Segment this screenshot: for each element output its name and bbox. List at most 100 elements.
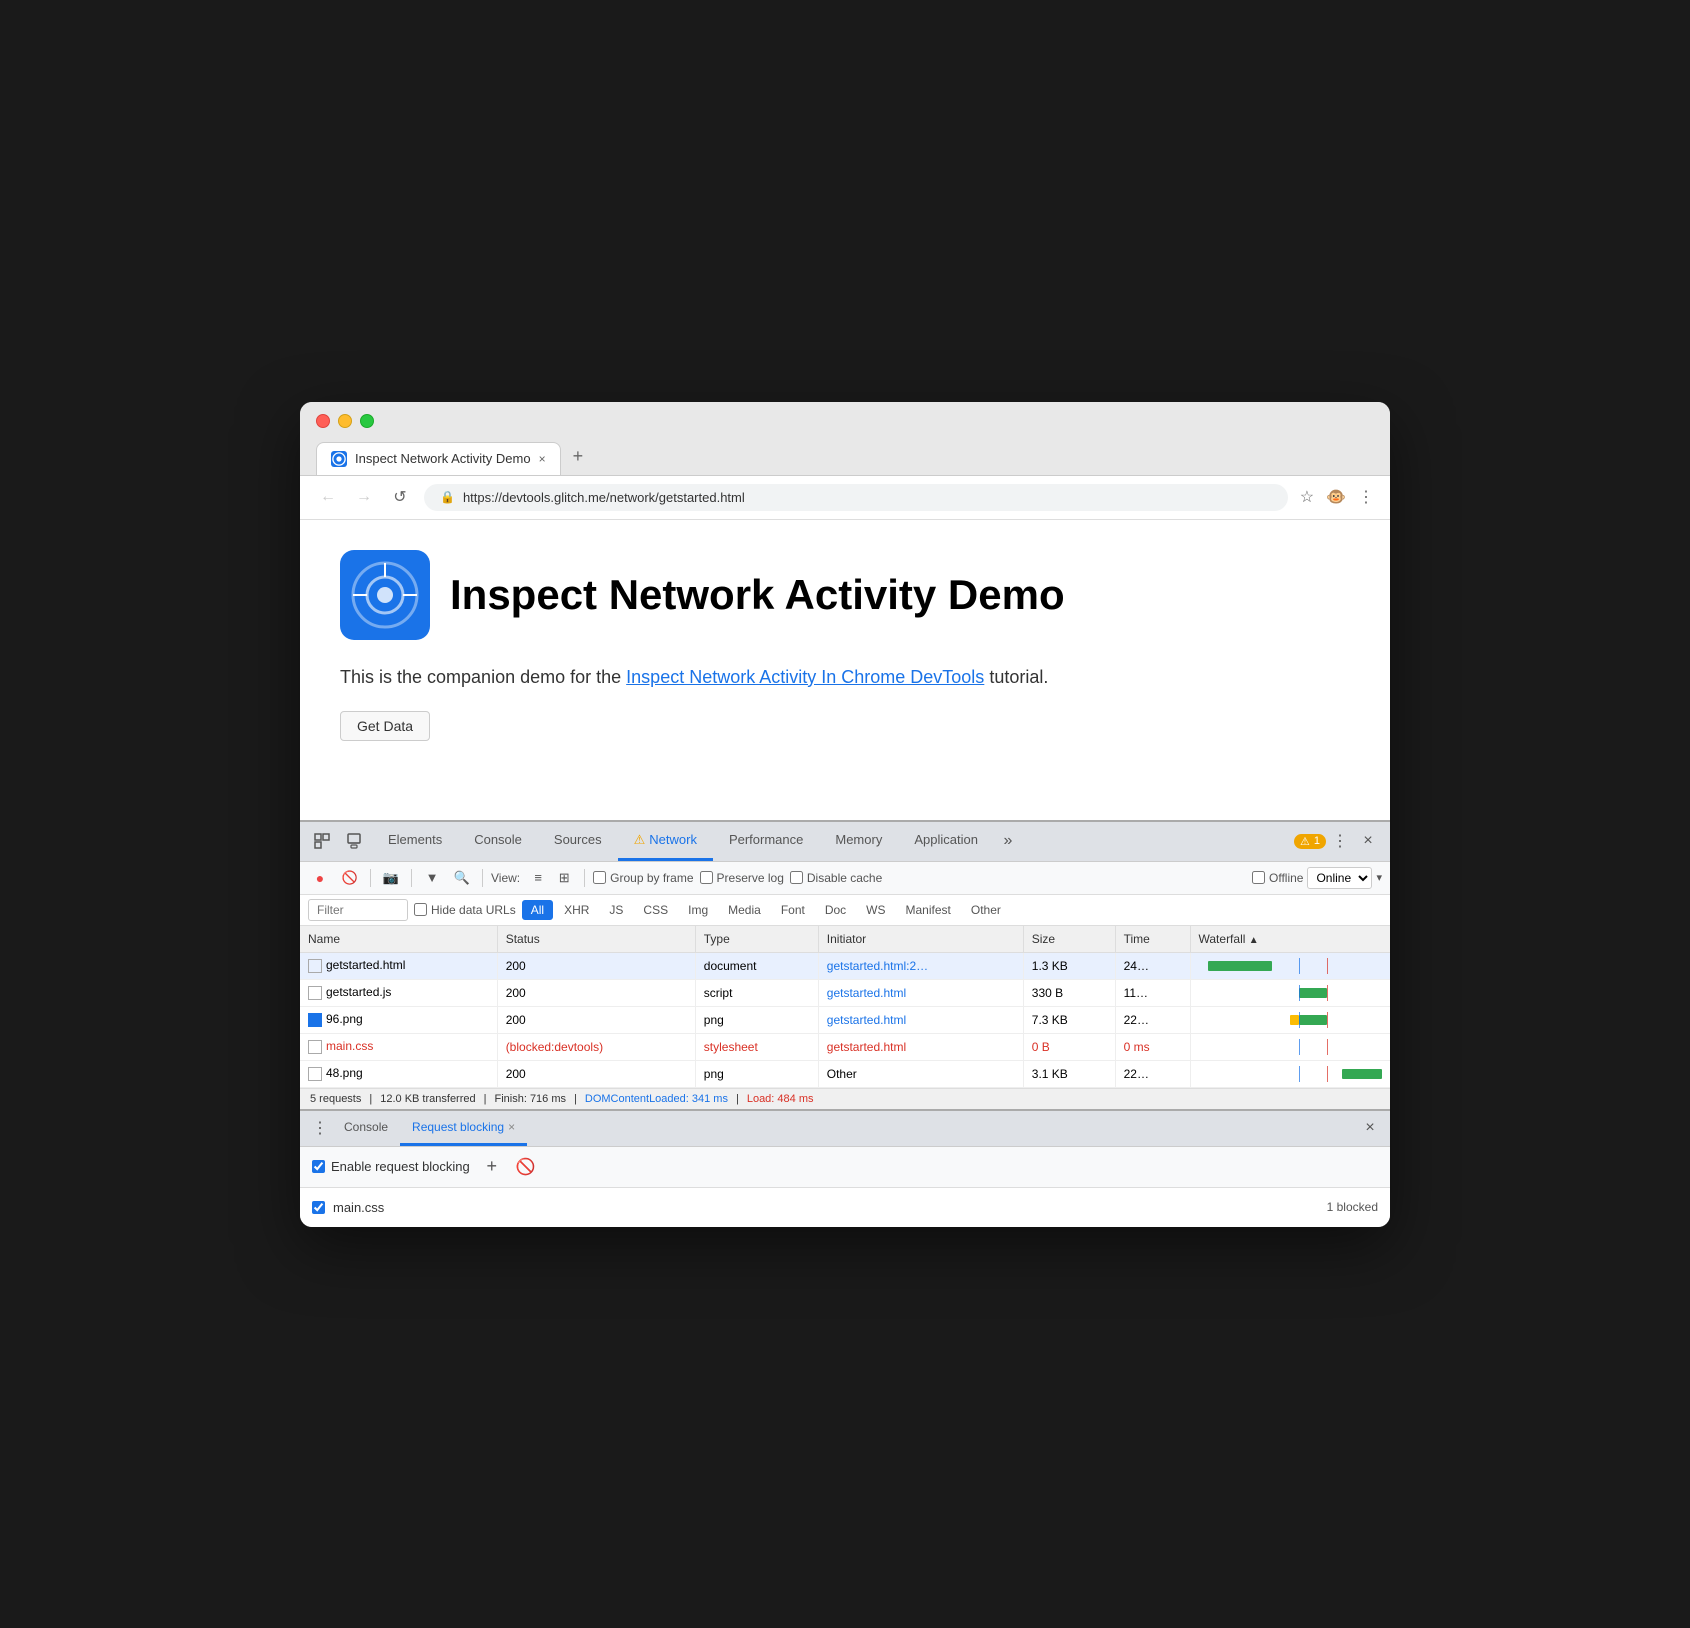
hide-data-urls-checkbox[interactable]: [414, 903, 427, 916]
block-url-button[interactable]: 🚫: [514, 1155, 538, 1179]
row-status-blocked: (blocked:devtools): [497, 1033, 695, 1060]
description-suffix: tutorial.: [989, 667, 1048, 687]
bookmark-icon[interactable]: ☆: [1300, 487, 1314, 507]
table-row[interactable]: getstarted.js 200 script getstarted.html…: [300, 979, 1390, 1006]
row-waterfall: [1190, 1033, 1390, 1060]
request-blocking-tab-close[interactable]: ×: [508, 1120, 515, 1134]
search-button[interactable]: 🔍: [450, 866, 474, 890]
tab-sources[interactable]: Sources: [538, 821, 618, 861]
tab-console-bottom[interactable]: Console: [332, 1110, 400, 1146]
filter-js-button[interactable]: JS: [600, 900, 632, 920]
filter-css-button[interactable]: CSS: [634, 900, 677, 920]
tab-memory[interactable]: Memory: [819, 821, 898, 861]
filter-other-button[interactable]: Other: [962, 900, 1010, 920]
maximize-window-button[interactable]: [360, 414, 374, 428]
back-button[interactable]: ←: [316, 488, 340, 506]
disable-cache-checkbox[interactable]: [790, 871, 803, 884]
filter-media-button[interactable]: Media: [719, 900, 770, 920]
blocked-item-name: main.css: [333, 1200, 1319, 1215]
close-window-button[interactable]: [316, 414, 330, 428]
tab-console[interactable]: Console: [458, 821, 538, 861]
filter-all-button[interactable]: All: [522, 900, 553, 920]
menu-icon[interactable]: ⋮: [1358, 487, 1374, 507]
filter-manifest-button[interactable]: Manifest: [897, 900, 960, 920]
security-lock-icon: 🔒: [440, 490, 455, 504]
record-button[interactable]: ●: [308, 866, 332, 890]
initiator-link-blocked[interactable]: getstarted.html: [827, 1040, 906, 1054]
table-row[interactable]: 96.png 200 png getstarted.html 7.3 KB 22…: [300, 1006, 1390, 1033]
col-status[interactable]: Status: [497, 926, 695, 953]
add-blocking-rule-button[interactable]: +: [480, 1155, 504, 1179]
sort-arrow-icon: ▲: [1249, 935, 1259, 946]
profile-icon[interactable]: 🐵: [1326, 487, 1346, 507]
devtools-close-button[interactable]: ×: [1354, 827, 1382, 855]
device-toolbar-button[interactable]: [340, 827, 368, 855]
tab-request-blocking[interactable]: Request blocking ×: [400, 1110, 527, 1146]
new-tab-button[interactable]: +: [561, 438, 596, 475]
enable-request-blocking-checkbox[interactable]: [312, 1160, 325, 1173]
devtools-more-button[interactable]: ⋮: [1326, 827, 1354, 855]
row-initiator: Other: [818, 1060, 1023, 1087]
tab-network[interactable]: ⚠ Network: [618, 821, 713, 861]
col-waterfall[interactable]: Waterfall ▲: [1190, 926, 1390, 953]
minimize-window-button[interactable]: [338, 414, 352, 428]
blocked-item-checkbox[interactable]: [312, 1201, 325, 1214]
col-size[interactable]: Size: [1023, 926, 1115, 953]
requests-count: 5 requests: [310, 1093, 361, 1105]
initiator-link[interactable]: getstarted.html: [827, 986, 906, 1000]
col-initiator[interactable]: Initiator: [818, 926, 1023, 953]
filter-xhr-button[interactable]: XHR: [555, 900, 598, 920]
row-waterfall: [1190, 1060, 1390, 1087]
row-type: stylesheet: [695, 1033, 818, 1060]
preserve-log-checkbox[interactable]: [700, 871, 713, 884]
badge-warning-icon: ⚠: [1300, 835, 1310, 848]
tree-view-button[interactable]: ⊞: [552, 866, 576, 890]
inspect-element-button[interactable]: [308, 827, 336, 855]
address-actions: ☆ 🐵 ⋮: [1300, 487, 1374, 507]
table-row[interactable]: 48.png 200 png Other 3.1 KB 22…: [300, 1060, 1390, 1087]
table-row[interactable]: getstarted.html 200 document getstarted.…: [300, 952, 1390, 979]
tab-application[interactable]: Application: [898, 821, 994, 861]
tab-performance[interactable]: Performance: [713, 821, 819, 861]
warnings-badge: ⚠ 1: [1294, 834, 1326, 849]
request-blocking-toolbar: Enable request blocking + 🚫: [300, 1147, 1390, 1188]
offline-checkbox[interactable]: [1252, 871, 1265, 884]
devtools-tutorial-link[interactable]: Inspect Network Activity In Chrome DevTo…: [626, 667, 984, 687]
col-name[interactable]: Name: [300, 926, 497, 953]
group-by-frame-checkbox[interactable]: [593, 871, 606, 884]
address-input[interactable]: 🔒 https://devtools.glitch.me/network/get…: [424, 484, 1288, 511]
filter-doc-button[interactable]: Doc: [816, 900, 855, 920]
bottom-panel-more-button[interactable]: ⋮: [308, 1116, 332, 1140]
table-row[interactable]: main.css (blocked:devtools) stylesheet g…: [300, 1033, 1390, 1060]
more-tabs-button[interactable]: »: [994, 827, 1022, 855]
clear-log-button[interactable]: 🚫: [338, 866, 362, 890]
throttle-select[interactable]: Online: [1307, 867, 1372, 889]
waterfall-bar: [1208, 961, 1272, 971]
bottom-panel-tabs: ⋮ Console Request blocking × ×: [300, 1111, 1390, 1147]
initiator-link[interactable]: getstarted.html:2…: [827, 959, 928, 973]
initiator-link[interactable]: getstarted.html: [827, 1013, 906, 1027]
list-view-button[interactable]: ≡: [526, 866, 550, 890]
page-title: Inspect Network Activity Demo: [450, 571, 1065, 619]
col-time[interactable]: Time: [1115, 926, 1190, 953]
row-time: 24…: [1115, 952, 1190, 979]
bottom-panel-close-button[interactable]: ×: [1358, 1116, 1382, 1140]
row-waterfall: [1190, 979, 1390, 1006]
filter-img-button[interactable]: Img: [679, 900, 717, 920]
tab-elements[interactable]: Elements: [372, 821, 458, 861]
row-type: png: [695, 1060, 818, 1087]
screenshot-button[interactable]: 📷: [379, 866, 403, 890]
network-table: Name Status Type Initiator Size Time Wat…: [300, 926, 1390, 1088]
col-type[interactable]: Type: [695, 926, 818, 953]
filter-input[interactable]: [308, 899, 408, 921]
tab-close-button[interactable]: ×: [539, 452, 546, 466]
filter-button[interactable]: ▼: [420, 866, 444, 890]
title-bar: Inspect Network Activity Demo × +: [300, 402, 1390, 476]
doc-icon: [308, 1067, 322, 1081]
get-data-button[interactable]: Get Data: [340, 711, 430, 741]
filter-font-button[interactable]: Font: [772, 900, 814, 920]
browser-tab[interactable]: Inspect Network Activity Demo ×: [316, 442, 561, 475]
filter-ws-button[interactable]: WS: [857, 900, 894, 920]
forward-button[interactable]: →: [352, 488, 376, 506]
refresh-button[interactable]: ↺: [388, 487, 412, 507]
